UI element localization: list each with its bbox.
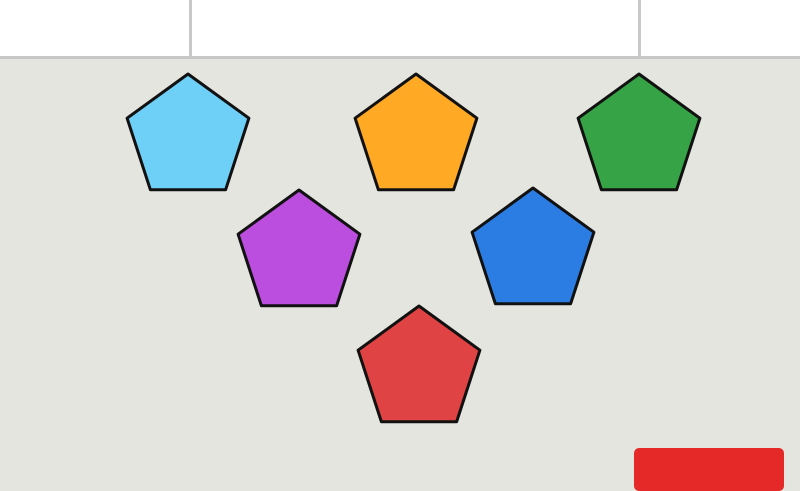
pentagon-field <box>125 72 702 424</box>
header-right-panel <box>641 0 800 56</box>
pentagon-purple[interactable] <box>236 188 362 308</box>
action-button[interactable] <box>634 448 784 491</box>
pentagon-orange[interactable] <box>353 72 479 192</box>
header-center-panel <box>192 0 641 56</box>
game-board <box>0 59 800 491</box>
pentagon-light-blue[interactable] <box>125 72 251 192</box>
pentagon-blue[interactable] <box>470 186 596 306</box>
header-left-panel <box>0 0 192 56</box>
pentagon-red[interactable] <box>356 304 482 424</box>
pentagon-green[interactable] <box>576 72 702 192</box>
top-bar <box>0 0 800 59</box>
